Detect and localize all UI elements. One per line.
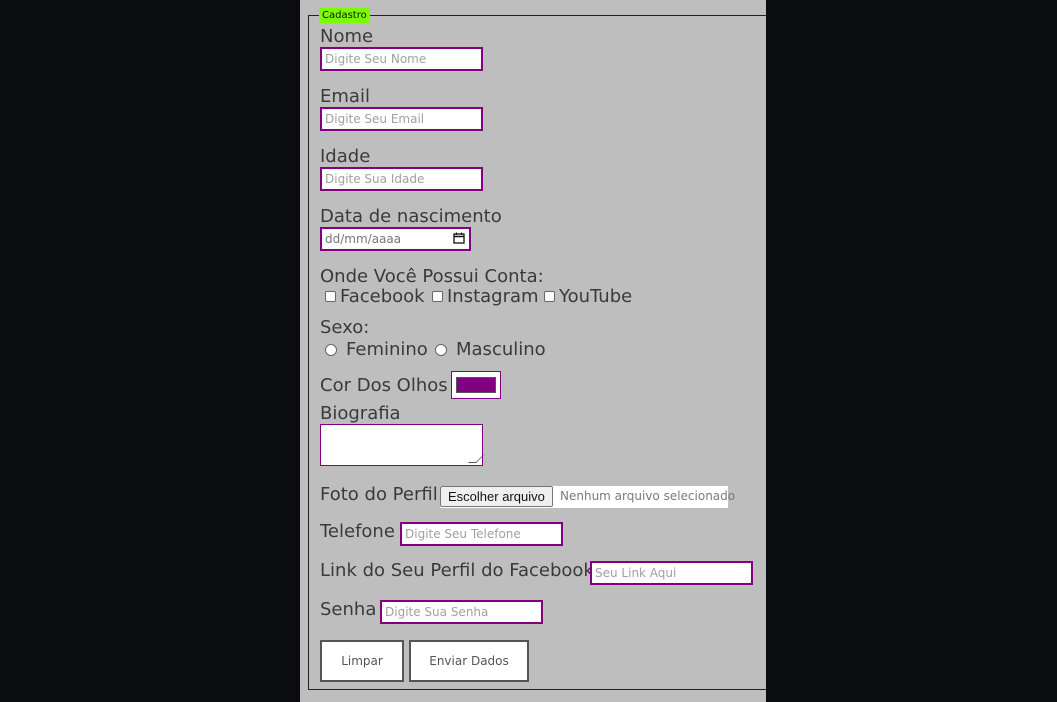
instagram-option-label: Instagram: [447, 286, 539, 307]
instagram-checkbox[interactable]: [432, 291, 443, 302]
bio-label: Biografia: [320, 403, 401, 424]
email-input[interactable]: [320, 107, 483, 131]
photo-file-input[interactable]: Escolher arquivo Nenhum arquivo selecion…: [440, 486, 735, 508]
eye-color-picker[interactable]: [451, 371, 501, 399]
youtube-option-label: YouTube: [559, 286, 633, 307]
name-input[interactable]: [320, 47, 483, 71]
password-input[interactable]: [380, 600, 543, 624]
password-label: Senha: [320, 599, 377, 620]
birthdate-label: Data de nascimento: [320, 206, 502, 227]
file-status-text: Nenhum arquivo selecionado: [560, 489, 736, 503]
facebook-link-input[interactable]: [590, 561, 753, 585]
male-radio[interactable]: [435, 344, 447, 356]
calendar-icon[interactable]: [453, 232, 465, 244]
eye-color-swatch: [456, 377, 496, 393]
submit-button[interactable]: Enviar Dados: [409, 640, 529, 682]
facebook-checkbox[interactable]: [325, 291, 336, 302]
facebook-link-label: Link do Seu Perfil do Facebook: [320, 560, 594, 581]
bio-textarea[interactable]: [320, 424, 484, 466]
sex-label: Sexo:: [320, 317, 370, 338]
male-option-label: Masculino: [456, 339, 546, 360]
birthdate-input[interactable]: dd/mm/aaaa: [320, 227, 471, 251]
phone-input[interactable]: [400, 522, 563, 546]
birthdate-placeholder: dd/mm/aaaa: [325, 232, 402, 246]
accounts-label: Onde Você Possui Conta:: [320, 266, 544, 287]
photo-label: Foto do Perfil: [320, 484, 438, 505]
fieldset-border: Cadastro Nome Email Idade Data de nascim…: [308, 8, 766, 690]
eye-color-label: Cor Dos Olhos: [320, 375, 448, 396]
facebook-option-label: Facebook: [340, 286, 425, 307]
age-input[interactable]: [320, 167, 483, 191]
name-label: Nome: [320, 26, 374, 47]
choose-file-button[interactable]: Escolher arquivo: [440, 486, 553, 507]
clear-button[interactable]: Limpar: [320, 640, 404, 682]
phone-label: Telefone: [320, 521, 395, 542]
youtube-checkbox[interactable]: [544, 291, 555, 302]
age-label: Idade: [320, 146, 371, 167]
female-option-label: Feminino: [346, 339, 428, 360]
form-legend: Cadastro: [319, 8, 370, 23]
female-radio[interactable]: [325, 344, 337, 356]
resize-handle-icon[interactable]: [468, 455, 484, 463]
form-panel: Cadastro Nome Email Idade Data de nascim…: [300, 0, 766, 702]
email-label: Email: [320, 86, 370, 107]
